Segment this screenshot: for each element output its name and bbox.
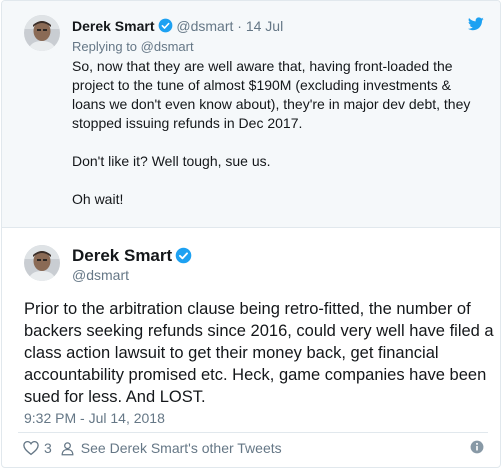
divider bbox=[18, 432, 488, 433]
embedded-tweet-card: Derek Smart @dsmart · 14 Jul Replying to… bbox=[1, 0, 501, 468]
tweet-timestamp[interactable]: 9:32 PM - Jul 14, 2018 bbox=[24, 410, 165, 426]
parent-tweet-header: Derek Smart @dsmart · 14 Jul bbox=[72, 18, 283, 34]
parent-tweet-text: So, now that they are well aware that, h… bbox=[72, 57, 472, 228]
main-author-handle[interactable]: @dsmart bbox=[72, 267, 129, 283]
author-name[interactable]: Derek Smart bbox=[72, 18, 155, 34]
parent-tweet[interactable]: Derek Smart @dsmart · 14 Jul Replying to… bbox=[2, 1, 500, 228]
person-icon bbox=[61, 441, 74, 455]
tweet-actions: 3 See Derek Smart's other Tweets bbox=[22, 438, 282, 458]
parent-paragraph-2: Don't like it? Well tough, sue us. bbox=[72, 153, 271, 169]
separator-dot: · bbox=[237, 18, 242, 34]
info-icon[interactable] bbox=[470, 440, 484, 454]
avatar[interactable] bbox=[24, 15, 60, 51]
like-count[interactable]: 3 bbox=[44, 440, 52, 456]
main-tweet-text: Prior to the arbitration clause being re… bbox=[24, 300, 494, 406]
main-author-name[interactable]: Derek Smart bbox=[72, 246, 192, 266]
verified-badge-icon bbox=[158, 18, 172, 33]
author-name[interactable]: Derek Smart bbox=[72, 246, 172, 265]
see-other-tweets-link[interactable]: See Derek Smart's other Tweets bbox=[81, 440, 282, 456]
avatar[interactable] bbox=[24, 245, 60, 281]
parent-paragraph-3: Oh wait! bbox=[72, 191, 124, 207]
author-handle[interactable]: @dsmart bbox=[176, 18, 233, 34]
twitter-bird-icon[interactable] bbox=[468, 17, 484, 31]
tweet-date[interactable]: 14 Jul bbox=[246, 18, 283, 34]
replying-prefix: Replying to bbox=[72, 39, 138, 54]
parent-paragraph-1: So, now that they are well aware that, h… bbox=[72, 58, 471, 131]
heart-icon[interactable] bbox=[22, 439, 40, 457]
verified-badge-icon bbox=[175, 247, 192, 264]
replying-to-handle[interactable]: @dsmart bbox=[141, 39, 194, 54]
replying-to: Replying to @dsmart bbox=[72, 39, 194, 54]
